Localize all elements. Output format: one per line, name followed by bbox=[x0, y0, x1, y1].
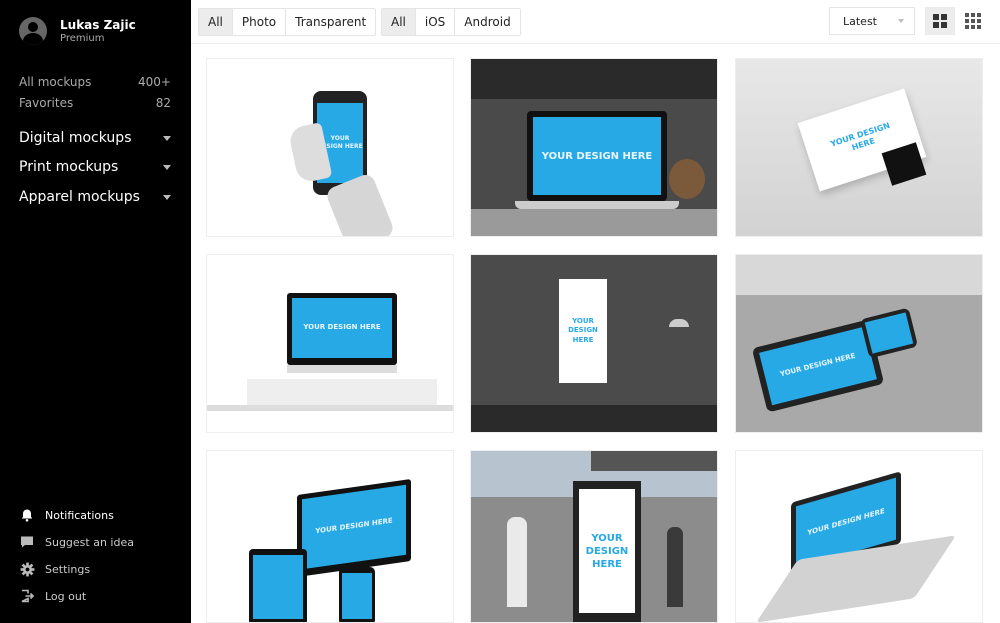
sidebar-item-suggest[interactable]: Suggest an idea bbox=[19, 534, 134, 550]
pedestrian-image bbox=[667, 527, 683, 607]
chevron-down-icon bbox=[898, 19, 904, 23]
user-plan: Premium bbox=[60, 32, 105, 44]
laptop-image: YOUR DESIGN HERE bbox=[527, 111, 667, 201]
avatar[interactable] bbox=[19, 17, 47, 45]
sidebar-item-label: Suggest an idea bbox=[45, 535, 134, 549]
wall-image bbox=[736, 255, 982, 295]
sidebar-item-apparel-mockups[interactable]: Apparel mockups bbox=[19, 189, 171, 205]
sidebar-item-label: Settings bbox=[45, 562, 91, 576]
sidebar-item-count: 400+ bbox=[138, 75, 171, 89]
billboard-image: YOUR DESIGN HERE bbox=[573, 481, 641, 622]
desk-image bbox=[207, 405, 453, 411]
mockup-screen: YOUR DESIGN HERE bbox=[302, 484, 406, 570]
filter-platform-android[interactable]: Android bbox=[454, 9, 519, 35]
chat-icon bbox=[19, 534, 35, 550]
filter-type-all[interactable]: All bbox=[199, 9, 232, 35]
desk-image bbox=[471, 209, 717, 236]
sidebar-item-label: Favorites bbox=[19, 96, 74, 110]
shelter-roof-image bbox=[591, 451, 717, 471]
view-small-grid-button[interactable] bbox=[958, 7, 988, 35]
lamp-image bbox=[669, 319, 689, 327]
chevron-down-icon[interactable] bbox=[163, 194, 171, 200]
view-large-grid-button[interactable] bbox=[925, 7, 955, 35]
logout-icon bbox=[19, 588, 35, 604]
mockup-screen: YOUR DESIGN HERE bbox=[292, 298, 392, 358]
pedestrian-image bbox=[507, 517, 527, 607]
mockup-tile[interactable]: YOUR DESIGN HERE bbox=[470, 254, 718, 433]
imac-image: YOUR DESIGN HERE bbox=[297, 478, 411, 578]
user-name: Lukas Zajic bbox=[60, 17, 136, 32]
sidebar-item-label: Log out bbox=[45, 589, 87, 603]
bed-image bbox=[247, 379, 437, 405]
grid-large-icon bbox=[933, 14, 947, 28]
sidebar-item-label: Apparel mockups bbox=[19, 189, 140, 205]
platform-filter: All iOS Android bbox=[381, 8, 521, 36]
sidebar-item-digital-mockups[interactable]: Digital mockups bbox=[19, 130, 171, 146]
type-filter: All Photo Transparent bbox=[198, 8, 377, 36]
sidebar-item-count: 82 bbox=[155, 96, 171, 110]
main-content: All Photo Transparent All iOS Android La… bbox=[191, 0, 1000, 623]
mockup-tile[interactable]: YOUR DESIGN HERE bbox=[206, 58, 454, 237]
filter-type-transparent[interactable]: Transparent bbox=[285, 9, 375, 35]
mockup-tile[interactable]: YOUR DESIGN HERE bbox=[206, 450, 454, 623]
shelf-image bbox=[471, 59, 717, 99]
grid-small-icon bbox=[965, 13, 981, 29]
filter-platform-all[interactable]: All bbox=[382, 9, 415, 35]
toolbar: All Photo Transparent All iOS Android La… bbox=[191, 0, 1000, 44]
plant-pot-image bbox=[669, 159, 705, 199]
phone-screen bbox=[864, 312, 914, 354]
sidebar-item-settings[interactable]: Settings bbox=[19, 561, 90, 577]
imac-chin bbox=[287, 365, 397, 373]
bell-icon bbox=[19, 507, 35, 523]
sidebar: Lukas Zajic Premium All mockups 400+ Fav… bbox=[0, 0, 191, 623]
gear-icon bbox=[19, 561, 35, 577]
chevron-down-icon[interactable] bbox=[163, 164, 171, 170]
sort-value: Latest bbox=[843, 14, 877, 28]
chevron-down-icon[interactable] bbox=[163, 135, 171, 141]
sofa-image bbox=[471, 405, 717, 432]
sidebar-item-label: Digital mockups bbox=[19, 130, 132, 146]
tablet-screen bbox=[253, 555, 303, 619]
sidebar-item-logout[interactable]: Log out bbox=[19, 588, 86, 604]
sidebar-item-favorites[interactable]: Favorites 82 bbox=[19, 96, 171, 110]
user-profile[interactable]: Lukas Zajic Premium bbox=[19, 17, 136, 45]
laptop-base bbox=[515, 201, 679, 209]
mockup-tile[interactable]: YOUR DESIGN HERE bbox=[470, 58, 718, 237]
mockup-tile[interactable]: YOUR DESIGN HERE bbox=[735, 254, 983, 433]
mockup-tile[interactable]: YOUR DESIGN HERE bbox=[206, 254, 454, 433]
phone-image bbox=[339, 567, 375, 622]
sidebar-item-print-mockups[interactable]: Print mockups bbox=[19, 159, 171, 175]
sidebar-item-all-mockups[interactable]: All mockups 400+ bbox=[19, 75, 171, 89]
mockup-screen: YOUR DESIGN HERE bbox=[533, 117, 661, 195]
filter-type-photo[interactable]: Photo bbox=[231, 9, 285, 35]
sidebar-item-label: All mockups bbox=[19, 75, 92, 89]
mockup-screen: YOUR DESIGN HERE bbox=[568, 317, 598, 344]
mockup-screen: YOUR DESIGN HERE bbox=[579, 489, 635, 613]
sidebar-item-label: Notifications bbox=[45, 508, 114, 522]
mockup-screen: YOUR DESIGN HERE bbox=[759, 326, 877, 406]
mockup-tile[interactable]: YOUR DESIGN HERE bbox=[735, 58, 983, 237]
imac-image: YOUR DESIGN HERE bbox=[287, 293, 397, 365]
mockup-tile[interactable]: YOUR DESIGN HERE bbox=[470, 450, 718, 623]
mockup-tile[interactable]: YOUR DESIGN HERE bbox=[735, 450, 983, 623]
sidebar-item-notifications[interactable]: Notifications bbox=[19, 507, 114, 523]
phone-screen bbox=[342, 573, 372, 619]
sidebar-item-label: Print mockups bbox=[19, 159, 119, 175]
poster-image: YOUR DESIGN HERE bbox=[559, 279, 607, 383]
phone-image bbox=[859, 307, 919, 359]
filter-platform-ios[interactable]: iOS bbox=[414, 9, 454, 35]
tablet-image bbox=[249, 549, 307, 622]
sort-select[interactable]: Latest bbox=[829, 7, 915, 35]
